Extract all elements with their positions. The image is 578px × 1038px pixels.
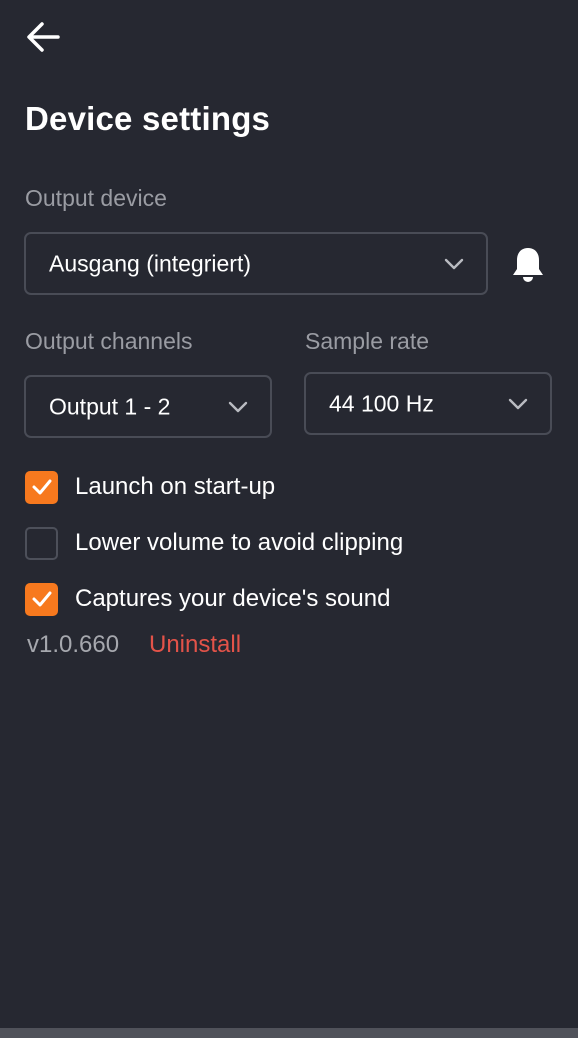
checkmark-icon — [32, 479, 51, 495]
output-channels-value: Output 1 - 2 — [49, 393, 171, 419]
version-text: v1.0.660 — [27, 631, 120, 658]
lower-volume-label: Lower volume to avoid clipping — [75, 529, 404, 556]
chevron-down-icon — [228, 401, 248, 413]
checkmark-icon — [32, 591, 51, 607]
horizontal-scrollbar[interactable] — [0, 1028, 578, 1038]
test-sound-button[interactable] — [510, 246, 546, 284]
lower-volume-option[interactable]: Lower volume to avoid clipping — [25, 526, 403, 560]
sample-rate-select[interactable]: 44 100 Hz — [304, 372, 552, 435]
output-device-label: Output device — [25, 185, 167, 211]
chevron-down-icon — [444, 258, 464, 270]
launch-on-startup-label: Launch on start-up — [75, 473, 276, 500]
sample-rate-label: Sample rate — [305, 328, 430, 354]
uninstall-link[interactable]: Uninstall — [149, 631, 241, 659]
chevron-down-icon — [508, 398, 528, 410]
page-title: Device settings — [25, 100, 271, 137]
capture-sound-label: Captures your device's sound — [75, 585, 391, 612]
arrow-left-icon — [24, 18, 62, 56]
launch-on-startup-option[interactable]: Launch on start-up — [25, 470, 275, 504]
launch-on-startup-checkbox[interactable] — [25, 470, 58, 504]
capture-sound-option[interactable]: Captures your device's sound — [25, 582, 390, 616]
back-button[interactable] — [24, 18, 62, 56]
bell-icon — [510, 246, 546, 284]
output-channels-label: Output channels — [25, 328, 193, 354]
output-device-value: Ausgang (integriert) — [49, 250, 251, 276]
lower-volume-checkbox[interactable] — [25, 526, 58, 560]
sample-rate-value: 44 100 Hz — [329, 390, 434, 416]
capture-sound-checkbox[interactable] — [25, 582, 58, 616]
output-device-select[interactable]: Ausgang (integriert) — [24, 232, 488, 295]
output-channels-select[interactable]: Output 1 - 2 — [24, 375, 272, 438]
